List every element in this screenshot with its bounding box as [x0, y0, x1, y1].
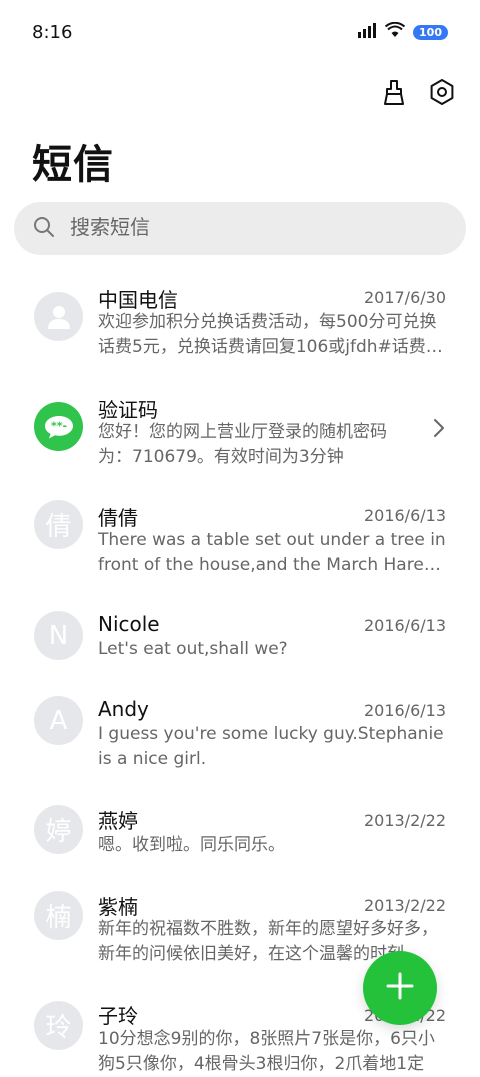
clean-button[interactable]	[380, 80, 408, 108]
sender-name: 倩倩	[98, 506, 138, 530]
sender-name: Andy	[98, 697, 149, 721]
message-item[interactable]: **- 验证码 您好！您的网上营业厅登录的随机密码为：710679。有效时间为3…	[0, 388, 480, 488]
settings-button[interactable]	[428, 78, 456, 110]
message-date: 2016/6/13	[363, 616, 446, 635]
search-input[interactable]	[68, 216, 412, 241]
message-icon: **-	[44, 415, 73, 438]
svg-text:**-: **-	[50, 419, 66, 432]
clean-icon	[380, 78, 408, 110]
avatar: 玲	[34, 1001, 83, 1050]
message-preview: There was a table set out under a tree i…	[98, 530, 446, 575]
message-date: 2013/2/22	[363, 811, 446, 830]
message-preview: 10分想念9别的你，8张照片7张是你，6只小狗5只像你，4根骨头3根归你，2爪着…	[98, 1029, 435, 1074]
sender-name: Nicole	[98, 612, 160, 636]
sender-name: 子玲	[98, 1004, 138, 1028]
battery-icon: 100	[413, 24, 448, 40]
sender-name: 燕婷	[98, 809, 138, 833]
message-preview: 欢迎参加积分兑换话费活动，每500分可兑换话费5元，兑换话费请回复106或jfd…	[98, 312, 443, 357]
avatar: 楠	[34, 891, 83, 940]
message-date: 2017/6/30	[363, 288, 446, 307]
settings-icon	[428, 78, 456, 110]
message-date: 2016/6/13	[363, 506, 446, 525]
avatar: **-	[34, 402, 83, 451]
avatar	[34, 292, 83, 341]
message-item[interactable]: 中国电信 2017/6/30 欢迎参加积分兑换话费活动，每500分可兑换话费5元…	[0, 278, 480, 378]
avatar: A	[34, 696, 83, 745]
toolbar	[380, 78, 456, 110]
avatar: 婷	[34, 805, 83, 854]
status-time: 8:16	[32, 22, 73, 43]
avatar: N	[34, 611, 83, 660]
message-preview: 嗯。收到啦。同乐同乐。	[98, 835, 285, 855]
status-bar: 8:16 100	[0, 0, 480, 68]
message-date: 2016/6/13	[363, 701, 446, 720]
wifi-icon	[384, 21, 406, 42]
search-icon	[32, 215, 56, 243]
message-item[interactable]: 倩 倩倩 2016/6/13 There was a table set out…	[0, 498, 480, 598]
message-preview: Let's eat out,shall we?	[98, 639, 288, 659]
page-title: 短信	[32, 142, 114, 188]
sender-name: 验证码	[98, 398, 158, 422]
message-item[interactable]: 婷 燕婷 2013/2/22 嗯。收到啦。同乐同乐。	[0, 803, 480, 878]
search-bar[interactable]	[14, 202, 466, 255]
new-message-button[interactable]	[363, 951, 437, 1025]
chevron-right-icon[interactable]	[432, 418, 446, 442]
message-item[interactable]: N Nicole 2016/6/13 Let's eat out,shall w…	[0, 608, 480, 683]
message-item[interactable]: A Andy 2016/6/13 I guess you're some luc…	[0, 693, 480, 793]
sender-name: 紫楠	[98, 895, 138, 919]
signal-icon	[357, 22, 377, 42]
message-preview: I guess you're some lucky guy.Stephanie …	[98, 724, 444, 769]
message-date: 2013/2/22	[363, 896, 446, 915]
message-preview: 您好！您的网上营业厅登录的随机密码为：710679。有效时间为3分钟	[98, 422, 387, 467]
avatar: 倩	[34, 500, 83, 549]
person-icon	[47, 305, 70, 329]
plus-icon	[385, 971, 415, 1005]
sender-name: 中国电信	[98, 288, 178, 312]
status-icons: 100	[357, 21, 448, 42]
